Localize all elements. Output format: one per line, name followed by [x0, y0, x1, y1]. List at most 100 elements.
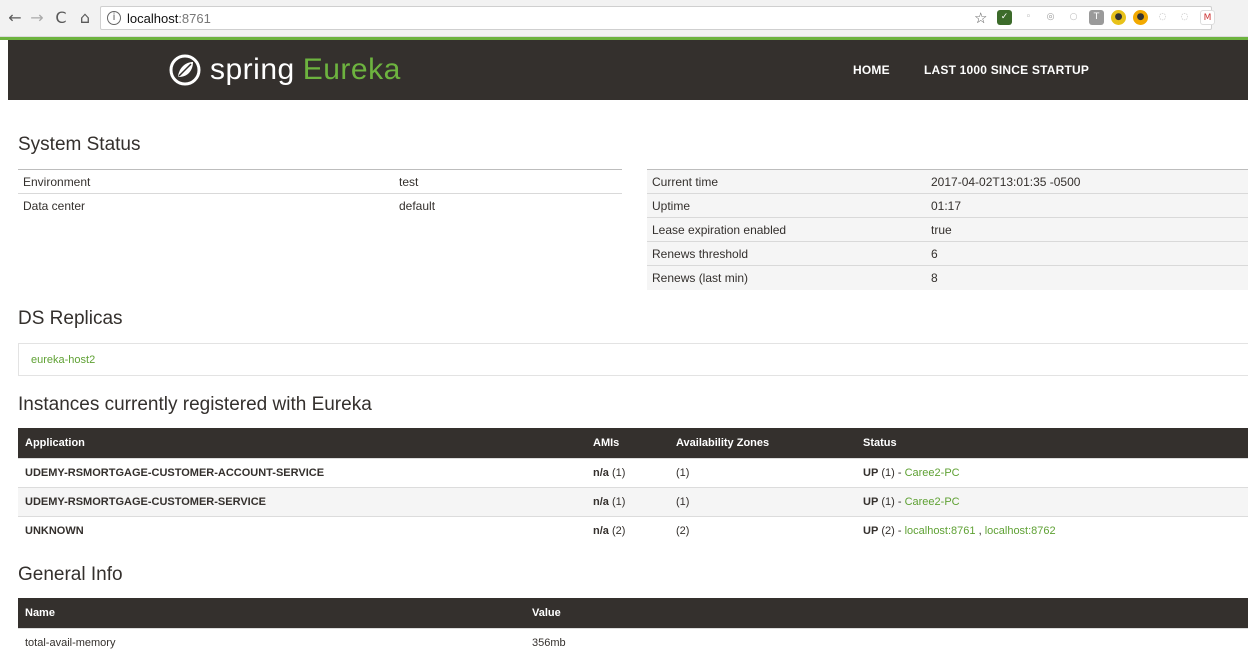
status-label: UP [863, 466, 879, 479]
extension-check-icon[interactable]: ✓ [997, 10, 1012, 25]
info-value: 356mb [525, 627, 1248, 652]
status-row: Renews threshold 6 [647, 241, 1248, 266]
instances-title: Instances currently registered with Eure… [18, 394, 372, 415]
brand-spring: spring [210, 53, 295, 86]
nav-last-1000-link[interactable]: LAST 1000 SINCE STARTUP [924, 63, 1089, 77]
instance-amis: n/a (1) [586, 486, 669, 516]
status-row: Environment test [18, 169, 622, 194]
instance-application: UDEMY-RSMORTGAGE-CUSTOMER-ACCOUNT-SERVIC… [18, 457, 586, 487]
status-value: 8 [931, 270, 938, 285]
instance-link[interactable]: localhost:8762 [985, 525, 1056, 537]
amis-count: (1) [611, 495, 626, 508]
status-key: Lease expiration enabled [652, 222, 787, 237]
status-value: 6 [931, 246, 938, 261]
instance-link[interactable]: Caree2-PC [905, 496, 960, 508]
status-count: (1) - [881, 495, 902, 508]
system-status-right-table: Current time 2017-04-02T13:01:35 -0500 U… [647, 169, 1248, 290]
amis-label: n/a [593, 524, 609, 537]
instances-table: Application AMIs Availability Zones Stat… [18, 428, 1248, 545]
info-icon[interactable]: i [107, 11, 121, 25]
info-name: total-avail-memory [18, 627, 525, 652]
extension-circle-icon[interactable]: ○ [1066, 10, 1081, 25]
status-key: Uptime [652, 198, 691, 213]
extension-orange-icon[interactable]: ● [1133, 10, 1148, 25]
instance-row: UDEMY-RSMORTGAGE-CUSTOMER-ACCOUNT-SERVIC… [18, 457, 1248, 487]
instance-application: UNKNOWN [18, 515, 586, 545]
status-key: Renews threshold [652, 246, 749, 261]
instance-status: UP (1) - Caree2-PC [856, 486, 1248, 516]
instance-amis: n/a (2) [586, 515, 669, 545]
extension-gray-icon[interactable]: ◌ [1155, 10, 1170, 25]
browser-toolbar: ← → C ⌂ i localhost:8761 ☆ ✓ ◦ ◎ ○ T ● ●… [0, 0, 1248, 37]
extension-gray2-icon[interactable]: ◌ [1177, 10, 1192, 25]
instances-header-row: Application AMIs Availability Zones Stat… [18, 428, 1248, 458]
instance-status: UP (2) - localhost:8761 , localhost:8762 [856, 515, 1248, 545]
status-row: Uptime 01:17 [647, 193, 1248, 218]
system-status-title: System Status [18, 134, 141, 155]
col-status[interactable]: Status [856, 428, 1248, 458]
home-icon[interactable]: ⌂ [76, 9, 94, 27]
gmail-icon[interactable]: M [1200, 10, 1215, 25]
extension-tc-icon[interactable]: T [1089, 10, 1104, 25]
status-key: Environment [23, 174, 91, 189]
status-row: Current time 2017-04-02T13:01:35 -0500 [647, 169, 1248, 194]
col-availability-zones[interactable]: Availability Zones [669, 428, 856, 458]
status-row: Lease expiration enabled true [647, 217, 1248, 242]
status-key: Data center [23, 198, 86, 213]
status-value: 2017-04-02T13:01:35 -0500 [931, 174, 1081, 189]
address-text: localhost:8761 [127, 11, 211, 26]
address-port: :8761 [178, 11, 211, 26]
nav-home-link[interactable]: HOME [853, 63, 890, 77]
amis-count: (1) [611, 466, 626, 479]
status-label: UP [863, 524, 879, 537]
status-key: Current time [652, 174, 719, 189]
amis-count: (2) [611, 524, 626, 537]
instance-row: UDEMY-RSMORTGAGE-CUSTOMER-SERVICE n/a (1… [18, 486, 1248, 516]
brand[interactable]: spring Eureka [168, 50, 401, 90]
forward-arrow-icon[interactable]: → [28, 9, 46, 27]
status-count: (1) - [881, 466, 902, 479]
status-value: true [931, 222, 952, 237]
instance-zones: (1) [669, 457, 856, 487]
ds-replicas-title: DS Replicas [18, 308, 123, 329]
star-icon[interactable]: ☆ [974, 9, 987, 27]
status-row: Data center default [18, 193, 622, 218]
general-info-table: Name Value total-avail-memory 356mb [18, 598, 1248, 652]
extension-search-icon[interactable]: ◎ [1043, 10, 1058, 25]
info-row: total-avail-memory 356mb [18, 627, 1248, 652]
ds-replicas-list: eureka-host2 [18, 343, 1248, 376]
status-label: UP [863, 495, 879, 508]
instance-amis: n/a (1) [586, 457, 669, 487]
general-info-header-row: Name Value [18, 598, 1248, 628]
instance-zones: (1) [669, 486, 856, 516]
col-amis[interactable]: AMIs [586, 428, 669, 458]
general-info-title: General Info [18, 564, 123, 585]
replica-link[interactable]: eureka-host2 [31, 354, 95, 366]
status-row: Renews (last min) 8 [647, 265, 1248, 290]
instance-link[interactable]: localhost:8761 [905, 525, 976, 537]
spring-leaf-icon [169, 54, 201, 86]
col-name[interactable]: Name [18, 598, 525, 628]
status-value: test [399, 174, 419, 189]
instance-status: UP (1) - Caree2-PC [856, 457, 1248, 487]
brand-eureka: Eureka [302, 53, 401, 86]
back-arrow-icon[interactable]: ← [6, 9, 24, 27]
extension-magnifier-icon[interactable]: ● [1111, 10, 1126, 25]
status-value: default [399, 198, 436, 213]
system-status-left-table: Environment test Data center default [18, 169, 622, 218]
instance-zones: (2) [669, 515, 856, 545]
amis-label: n/a [593, 466, 609, 479]
col-value[interactable]: Value [525, 598, 1248, 628]
instance-link[interactable]: Caree2-PC [905, 467, 960, 479]
instance-row: UNKNOWN n/a (2) (2) UP (2) - localhost:8… [18, 515, 1248, 545]
status-value: 01:17 [931, 198, 962, 213]
eureka-header: spring Eureka HOME LAST 1000 SINCE START… [8, 40, 1248, 100]
address-host: localhost [127, 11, 179, 26]
amis-label: n/a [593, 495, 609, 508]
extension-radio-icon[interactable]: ◦ [1021, 10, 1036, 25]
reload-icon[interactable]: C [52, 9, 70, 27]
status-key: Renews (last min) [652, 270, 749, 285]
col-application[interactable]: Application [18, 428, 586, 458]
status-count: (2) - [881, 524, 902, 537]
instance-application: UDEMY-RSMORTGAGE-CUSTOMER-SERVICE [18, 486, 586, 516]
